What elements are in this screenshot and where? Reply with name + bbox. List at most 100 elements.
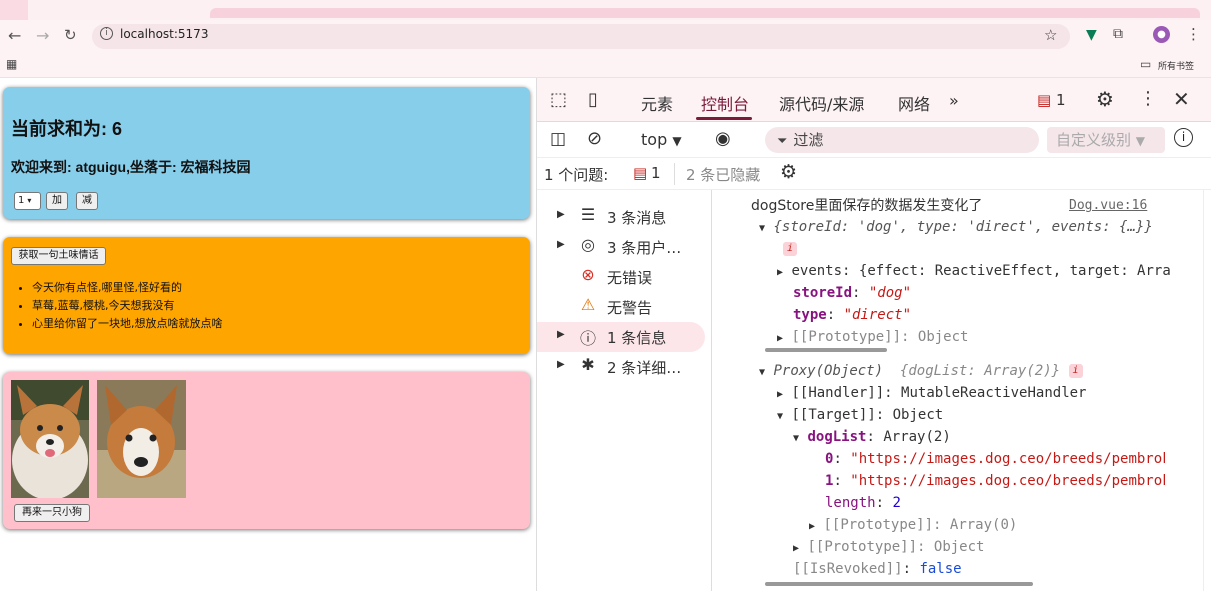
issue-badge-count[interactable]: 1 xyxy=(651,164,661,182)
object-summary[interactable]: ▼ {storeId: 'dog', type: 'direct', event… xyxy=(759,216,1153,238)
divider xyxy=(674,163,675,185)
array-prototype-line[interactable]: ▶ [[Prototype]]: Array(0) xyxy=(809,514,1017,536)
address-bar[interactable]: i localhost:5173 ☆ xyxy=(92,24,1070,49)
minus-button[interactable]: 减 xyxy=(76,192,98,210)
handler-line[interactable]: ▶ [[Handler]]: MutableReactiveHandler xyxy=(777,382,1086,404)
context-selector[interactable]: top ▼ xyxy=(641,130,682,149)
back-icon[interactable]: ← xyxy=(8,26,21,45)
list-item: 心里给你留了一块地,想放点啥就放点啥 xyxy=(32,315,223,333)
sidebar-item-errors[interactable]: ⊗ 无错误 xyxy=(537,262,712,292)
tab-left[interactable] xyxy=(0,0,28,20)
error-icon: ⊗ xyxy=(581,265,595,284)
all-bookmarks[interactable]: 所有书签 xyxy=(1158,59,1194,72)
sidebar-item-warnings[interactable]: ⚠ 无警告 xyxy=(537,292,712,322)
issues-bar: 1 个问题: ▤ 1 2 条已隐藏 ⚙ xyxy=(537,158,1211,190)
clear-console-icon[interactable]: ⊘ xyxy=(587,128,602,149)
bookmarks-bar: ▦ ▭ 所有书签 xyxy=(0,52,1211,78)
filter-input[interactable]: ⏷ 过滤 xyxy=(765,127,1039,153)
settings-icon[interactable]: ⚙ xyxy=(1096,87,1114,111)
tab-sources[interactable]: 源代码/来源 xyxy=(779,91,864,115)
log-levels-dropdown[interactable]: 自定义级别 ▼ xyxy=(1047,127,1165,153)
close-icon[interactable]: ✕ xyxy=(1173,87,1190,111)
active-tab-indicator xyxy=(696,117,752,120)
active-tab[interactable] xyxy=(210,8,1200,18)
issues-settings-icon[interactable]: ⚙ xyxy=(780,161,797,183)
devtools-panel: ⬚ ▯ 元素 控制台 源代码/来源 网络 » ▤ 1 ⚙ ⋮ ✕ ◫ ⊘ top… xyxy=(536,78,1211,591)
hidden-label[interactable]: 2 条已隐藏 xyxy=(686,164,760,185)
add-button[interactable]: 加 xyxy=(46,192,68,210)
revoked-line: [[IsRevoked]]: false xyxy=(793,561,962,577)
events-line[interactable]: ▶ events: {effect: ReactiveEffect, targe… xyxy=(777,260,1177,282)
source-link[interactable]: Dog.vue:16 xyxy=(1069,195,1147,217)
get-talk-button[interactable]: 获取一句土味情话 xyxy=(11,247,106,265)
info-badge-icon[interactable]: i xyxy=(783,238,797,260)
horizontal-scrollbar-2[interactable] xyxy=(765,582,1033,586)
issues-icon[interactable]: ▤ xyxy=(1037,91,1051,109)
toolbar: ← → ↻ i localhost:5173 ☆ ▼ ⧉ ● ⋮ xyxy=(0,20,1211,52)
doglist-line[interactable]: ▼ dogList: Array(2) xyxy=(793,426,951,448)
list-item: 草莓,蓝莓,樱桃,今天想我没有 xyxy=(32,297,223,315)
profile-avatar-icon[interactable]: ● xyxy=(1153,26,1170,43)
list-item: 今天你有点怪,哪里怪,怪好看的 xyxy=(32,279,223,297)
doglist-item-1: 1: "https://images.dog.ceo/breeds/pembro… xyxy=(825,473,1165,489)
doglist-item-0: 0: "https://images.dog.ceo/breeds/pembro… xyxy=(825,451,1165,467)
tab-console[interactable]: 控制台 xyxy=(701,91,749,115)
tab-network[interactable]: 网络 xyxy=(898,91,930,115)
star-icon[interactable]: ☆ xyxy=(1044,26,1057,44)
type-line: type: "direct" xyxy=(793,307,912,323)
warning-icon: ⚠ xyxy=(580,295,596,314)
horizontal-scrollbar[interactable] xyxy=(765,348,887,352)
step-select[interactable]: 1 ▾ xyxy=(14,192,41,210)
reload-icon[interactable]: ↻ xyxy=(64,26,77,44)
more-options-icon[interactable]: ⋮ xyxy=(1139,88,1157,109)
target-line[interactable]: ▼ [[Target]]: Object xyxy=(777,404,943,426)
user-icon: ◎ xyxy=(581,235,595,254)
sidebar-item-user[interactable]: ▶ ◎ 3 条用户… xyxy=(537,232,712,262)
dog-image-2 xyxy=(97,380,186,498)
devtools-tabbar: ⬚ ▯ 元素 控制台 源代码/来源 网络 » ▤ 1 ⚙ ⋮ ✕ xyxy=(537,78,1211,122)
issues-label: 1 个问题: xyxy=(544,166,609,184)
console-output: dogStore里面保存的数据发生变化了 Dog.vue:16 ▼ {store… xyxy=(713,190,1201,591)
sidebar-item-verbose[interactable]: ▶ ✱ 2 条详细… xyxy=(537,352,712,382)
object-prototype-line[interactable]: ▶ [[Prototype]]: Object xyxy=(793,536,984,558)
prototype-line[interactable]: ▶ [[Prototype]]: Object xyxy=(777,326,968,348)
info-icon[interactable]: i xyxy=(1174,128,1193,147)
info-circle-icon: ⓘ xyxy=(579,329,596,348)
folder-icon[interactable]: ▭ xyxy=(1140,57,1151,71)
more-tabs-icon[interactable]: » xyxy=(949,91,959,110)
extensions-icon[interactable]: ⧉ xyxy=(1113,26,1123,42)
site-info-icon[interactable]: i xyxy=(100,27,113,40)
filter-icon: ⏷ xyxy=(777,134,788,149)
url-text[interactable]: localhost:5173 xyxy=(120,27,208,41)
log-message: dogStore里面保存的数据发生变化了 xyxy=(751,198,983,214)
console-toolbar: ◫ ⊘ top ▼ ◉ ⏷ 过滤 自定义级别 ▼ i xyxy=(537,122,1211,158)
vue-devtools-icon[interactable]: ▼ xyxy=(1086,27,1097,43)
live-expression-icon[interactable]: ◉ xyxy=(715,128,731,149)
count-card: 当前求和为: 6 欢迎来到: atguigu,坐落于: 宏福科技园 1 ▾ 加 减 xyxy=(3,87,530,219)
dog-card: 再来一只小狗 xyxy=(3,372,530,529)
apps-icon[interactable]: ▦ xyxy=(6,57,17,71)
talk-card: 获取一句土味情话 今天你有点怪,哪里怪,怪好看的 草莓,蓝莓,樱桃,今天想我没有… xyxy=(3,237,530,354)
sidebar-item-messages[interactable]: ▶ ☰ 3 条消息 xyxy=(537,202,712,232)
sum-heading: 当前求和为: 6 xyxy=(11,119,123,139)
issue-badge-icon[interactable]: ▤ xyxy=(633,164,647,182)
menu-icon[interactable]: ⋮ xyxy=(1186,25,1201,43)
list-icon: ☰ xyxy=(580,205,596,224)
storeid-line: storeId: "dog" xyxy=(793,285,912,301)
new-dog-button[interactable]: 再来一只小狗 xyxy=(14,504,90,522)
app-page: 当前求和为: 6 欢迎来到: atguigu,坐落于: 宏福科技园 1 ▾ 加 减… xyxy=(0,78,536,591)
bug-icon: ✱ xyxy=(581,355,595,374)
tab-elements[interactable]: 元素 xyxy=(641,91,673,115)
tab-strip xyxy=(0,0,1211,20)
forward-icon[interactable]: → xyxy=(36,26,49,45)
vertical-scrollbar[interactable] xyxy=(1203,190,1211,591)
device-toolbar-icon[interactable]: ▯ xyxy=(588,89,598,110)
welcome-text: 欢迎来到: atguigu,坐落于: 宏福科技园 xyxy=(11,159,251,175)
proxy-summary[interactable]: ▼ Proxy(Object) {dogList: Array(2)} i xyxy=(759,360,1083,382)
console-sidebar: ▶ ☰ 3 条消息 ▶ ◎ 3 条用户… ⊗ 无错误 ⚠ 无警告 ▶ ⓘ 1 条信息 ▶ ✱ 2 条… xyxy=(537,190,712,591)
dog-image-1 xyxy=(11,380,89,498)
inspect-icon[interactable]: ⬚ xyxy=(550,89,567,110)
sidebar-toggle-icon[interactable]: ◫ xyxy=(550,129,566,149)
issues-count[interactable]: 1 xyxy=(1056,91,1066,109)
sidebar-item-info[interactable]: ▶ ⓘ 1 条信息 xyxy=(537,322,705,352)
